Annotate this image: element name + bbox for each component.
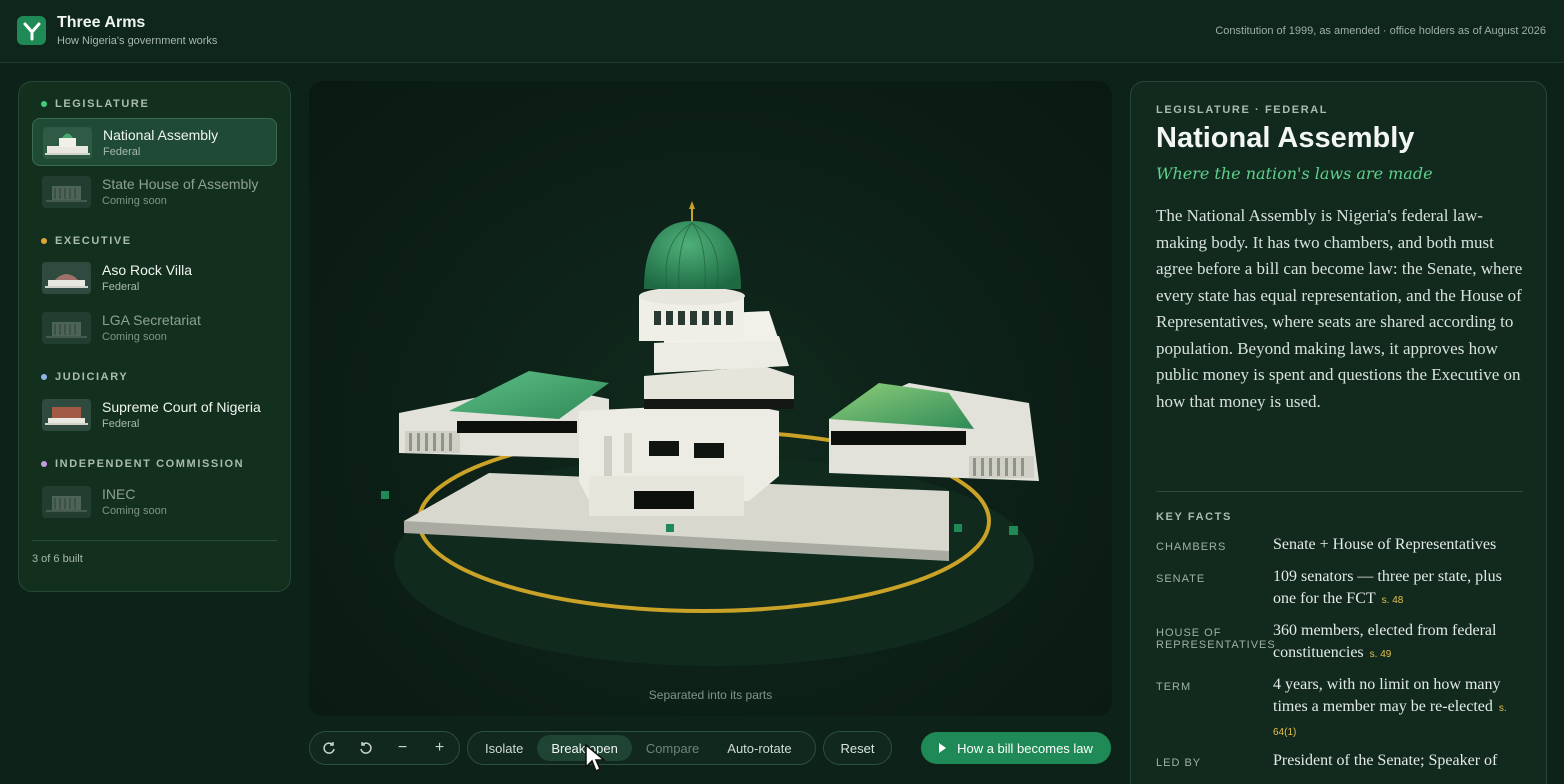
sidebar-item-label: INEC	[102, 486, 136, 502]
sidebar-item-label: Aso Rock Villa	[102, 262, 193, 278]
citation-link[interactable]: s. 48	[1382, 595, 1404, 606]
legislature-dot-icon	[41, 101, 47, 107]
camera-controls: − +	[309, 731, 460, 765]
sidebar-item-meta: Federal	[102, 281, 140, 293]
supreme-court-thumbnail-icon	[42, 399, 91, 431]
sidebar-item-meta: Federal	[103, 146, 141, 158]
commission-dot-icon	[41, 461, 47, 467]
sidebar-item-label: National Assembly	[103, 127, 219, 143]
sidebar-item-label: LGA Secretariat	[102, 312, 201, 328]
sidebar-item-aso-rock-villa[interactable]: Aso Rock Villa Federal	[32, 254, 277, 302]
fact-key-led-by: LED BY	[1156, 757, 1202, 769]
detail-divider	[1156, 491, 1523, 492]
section-label: EXECUTIVE	[55, 235, 132, 247]
app-header: Three Arms How Nigeria's government work…	[0, 0, 1564, 63]
section-label: JUDICIARY	[55, 371, 129, 383]
detail-panel: LEGISLATURE · FEDERAL National Assembly …	[1130, 81, 1547, 784]
detail-eyebrow: LEGISLATURE · FEDERAL	[1156, 104, 1329, 116]
rotate-ccw-icon[interactable]	[347, 732, 384, 764]
primary-button-label: How a bill becomes law	[957, 740, 1093, 756]
sidebar-item-state-house-of-assembly[interactable]: State House of Assembly Coming soon	[32, 168, 277, 216]
sidebar-item-supreme-court[interactable]: Supreme Court of Nigeria Federal	[32, 391, 277, 439]
aso-rock-thumbnail-icon	[42, 262, 91, 294]
section-executive: EXECUTIVE	[41, 235, 132, 247]
fact-value-senate: 109 senators — three per state, plus one…	[1273, 566, 1528, 612]
sidebar-item-national-assembly[interactable]: National Assembly Federal	[32, 118, 277, 166]
zoom-in-button[interactable]: +	[421, 732, 458, 764]
mouse-cursor-icon	[585, 743, 606, 773]
zoom-out-button[interactable]: −	[384, 732, 421, 764]
inec-thumbnail-icon	[42, 486, 91, 518]
viewport-caption: Separated into its parts	[648, 688, 773, 702]
fact-key-term: TERM	[1156, 681, 1192, 693]
fact-value-term: 4 years, with no limit on how many times…	[1273, 674, 1528, 744]
section-label: LEGISLATURE	[55, 98, 150, 110]
build-count: 3 of 6 built	[32, 553, 83, 565]
mode-compare-button[interactable]: Compare	[632, 735, 713, 761]
national-assembly-thumbnail-icon	[43, 127, 92, 159]
judiciary-dot-icon	[41, 374, 47, 380]
state-house-thumbnail-icon	[42, 176, 91, 208]
app-subtitle: How Nigeria's government works	[57, 35, 218, 47]
reset-button[interactable]: Reset	[823, 731, 892, 765]
sidebar-item-inec[interactable]: INEC Coming soon	[32, 478, 277, 526]
app-logo-icon	[17, 16, 46, 45]
fact-value-house: 360 members, elected from federal consti…	[1273, 620, 1528, 666]
detail-tagline: Where the nation's laws are made	[1156, 164, 1433, 183]
section-legislature: LEGISLATURE	[41, 98, 149, 110]
national-assembly-3d-model	[381, 201, 1039, 666]
app-title: Three Arms	[57, 14, 146, 31]
sidebar-item-label: Supreme Court of Nigeria	[102, 399, 261, 415]
fact-text: 4 years, with no limit on how many times…	[1273, 676, 1501, 715]
fact-key-house: HOUSE OF REPRESENTATIVES	[1156, 627, 1276, 651]
fact-key-senate: SENATE	[1156, 573, 1206, 585]
lga-secretariat-thumbnail-icon	[42, 312, 91, 344]
rotate-cw-icon[interactable]	[310, 732, 347, 764]
key-facts-heading: KEY FACTS	[1156, 511, 1232, 523]
section-independent-commission: INDEPENDENT COMMISSION	[41, 458, 244, 470]
executive-dot-icon	[41, 238, 47, 244]
fact-value-led-by: President of the Senate; Speaker of	[1273, 750, 1528, 772]
section-label: INDEPENDENT COMMISSION	[55, 458, 245, 470]
fact-text: President of the Senate; Speaker of	[1273, 752, 1498, 769]
sidebar-item-meta: Coming soon	[102, 505, 167, 517]
citation-link[interactable]: s. 49	[1370, 649, 1392, 660]
how-a-bill-becomes-law-button[interactable]: How a bill becomes law	[921, 732, 1111, 764]
fact-value-chambers: Senate + House of Representatives	[1273, 534, 1528, 556]
mode-auto-rotate-button[interactable]: Auto-rotate	[713, 735, 805, 761]
detail-description: The National Assembly is Nigeria's feder…	[1156, 206, 1523, 411]
constitution-note: Constitution of 1999, as amended · offic…	[1215, 25, 1546, 37]
mode-isolate-button[interactable]: Isolate	[471, 735, 537, 761]
section-judiciary: JUDICIARY	[41, 371, 128, 383]
play-icon	[939, 743, 947, 753]
sidebar-item-label: State House of Assembly	[102, 176, 259, 192]
sidebar-divider	[32, 540, 277, 541]
sidebar-item-meta: Coming soon	[102, 195, 167, 207]
building-sidebar: LEGISLATURE National Assembly Federal St…	[18, 81, 291, 592]
fact-text: Senate + House of Representatives	[1273, 536, 1497, 553]
sidebar-item-meta: Coming soon	[102, 331, 167, 343]
detail-title: National Assembly	[1156, 122, 1415, 154]
3d-viewport[interactable]: Separated into its parts	[309, 81, 1112, 716]
view-mode-group: Isolate Break open Compare Auto-rotate	[467, 731, 816, 765]
sidebar-item-meta: Federal	[102, 418, 140, 430]
sidebar-item-lga-secretariat[interactable]: LGA Secretariat Coming soon	[32, 304, 277, 352]
fact-key-chambers: CHAMBERS	[1156, 541, 1227, 553]
